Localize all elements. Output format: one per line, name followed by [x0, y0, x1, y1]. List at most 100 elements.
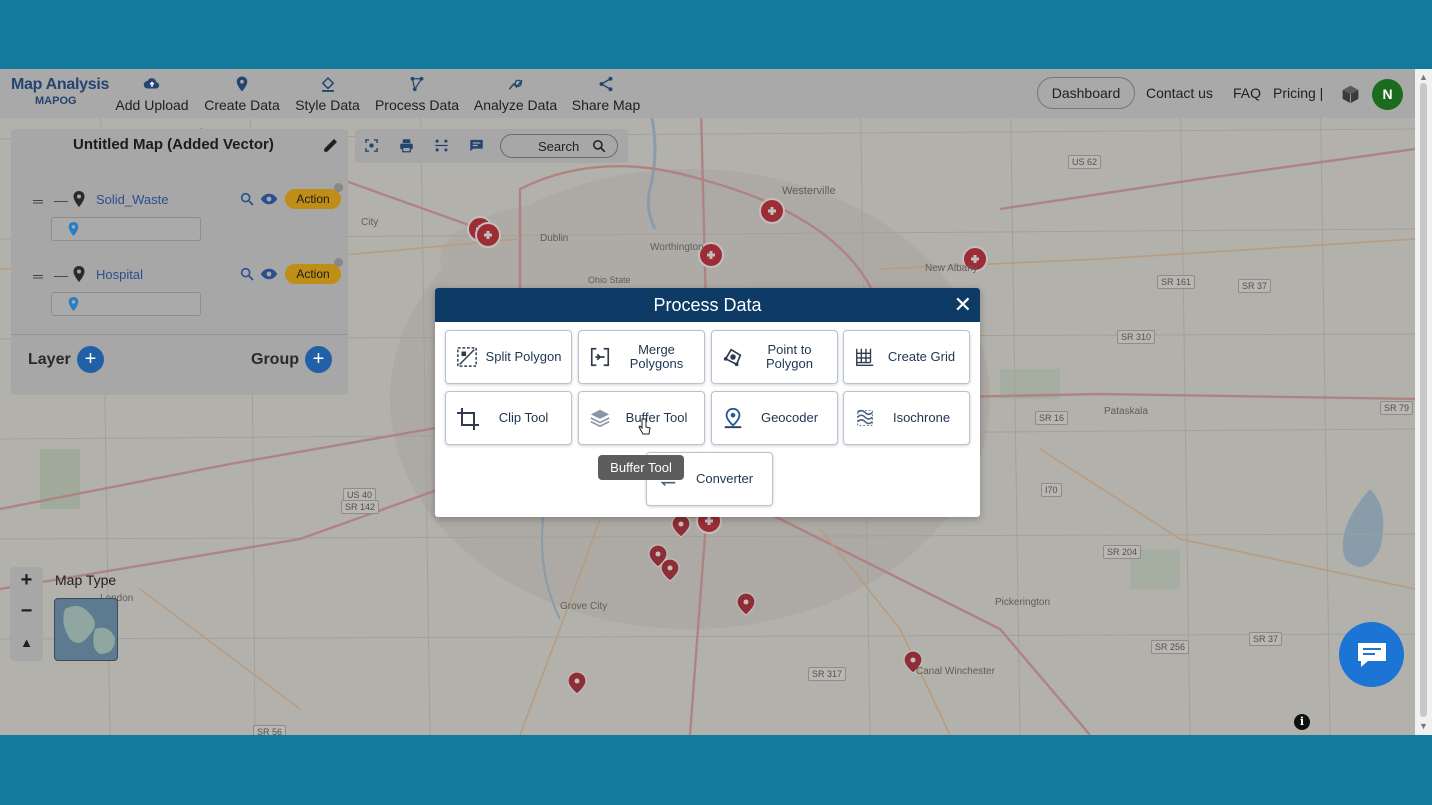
collapse-icon[interactable]: — [54, 267, 68, 283]
layer-footer-label: Layer [28, 351, 71, 368]
visibility-eye-icon[interactable] [260, 192, 278, 211]
nav-label: Add Upload [115, 97, 189, 113]
tool-label: Geocoder [760, 410, 819, 425]
nav-style-data[interactable]: Style Data [294, 75, 361, 113]
pencil-edit-icon[interactable] [322, 136, 340, 159]
print-icon[interactable] [399, 138, 414, 158]
nav-add-upload[interactable]: Add Upload [114, 75, 190, 113]
contact-link[interactable]: Contact us [1146, 85, 1213, 101]
drag-handle-icon[interactable]: ═ [33, 268, 43, 284]
clip-tool-button[interactable]: Clip Tool [445, 391, 572, 445]
scroll-thumb[interactable] [1420, 83, 1427, 717]
create-grid-button[interactable]: Create Grid [843, 330, 970, 384]
brand-title: Map Analysis [11, 76, 110, 93]
measure-icon[interactable] [434, 138, 449, 158]
split-polygon-button[interactable]: Split Polygon [445, 330, 572, 384]
paint-bucket-icon [294, 75, 361, 97]
nav-label: Create Data [204, 97, 280, 113]
zoom-out-button[interactable]: − [10, 600, 43, 623]
nav-label: Share Map [571, 97, 641, 113]
layer-row-hospital: ═ — Hospital Action [11, 258, 348, 334]
user-avatar[interactable]: N [1372, 79, 1403, 110]
dashboard-button[interactable]: Dashboard [1037, 77, 1135, 109]
layer-status-dot [334, 183, 343, 192]
point-to-polygon-icon [722, 346, 744, 368]
zoom-extent-icon[interactable] [364, 138, 379, 158]
nav-create-data[interactable]: Create Data [203, 75, 281, 113]
tool-label: Create Grid [887, 349, 956, 364]
zoom-to-layer-icon[interactable] [239, 266, 255, 287]
merge-polygons-button[interactable]: Merge Polygons [578, 330, 705, 384]
comment-icon[interactable] [469, 138, 484, 158]
mouse-cursor-icon [638, 418, 651, 441]
chat-icon [1358, 643, 1386, 667]
isochrone-button[interactable]: Isochrone [843, 391, 970, 445]
tool-label: Point to Polygon [766, 342, 813, 371]
layer-row-solid-waste: ═ — Solid_Waste Action [11, 183, 348, 259]
add-group-button[interactable]: + [305, 346, 332, 373]
layer-name[interactable]: Hospital [96, 267, 143, 282]
layer-status-dot [334, 258, 343, 267]
collapse-icon[interactable]: — [54, 192, 68, 208]
modal-title: Process Data [653, 295, 762, 315]
layer-action-button[interactable]: Action [285, 189, 341, 209]
map-toolbar: Search [355, 129, 628, 163]
nav-label: Analyze Data [473, 97, 558, 113]
panel-divider [11, 334, 348, 335]
scrollbar[interactable]: ▲ ▼ [1415, 69, 1432, 735]
crop-icon [456, 407, 479, 430]
layer-panel: Untitled Map (Added Vector) ═ — Solid_Wa… [11, 129, 348, 395]
buffer-tool-tooltip: Buffer Tool [598, 455, 684, 480]
search-icon [592, 139, 606, 156]
nav-process-data[interactable]: Process Data [374, 75, 460, 113]
nav-label: Style Data [295, 97, 360, 113]
process-data-modal: Process Data ✕ Split Polygon Merge Polyg… [435, 288, 980, 517]
nav-label: Process Data [374, 97, 460, 113]
cube-icon[interactable] [1340, 84, 1361, 110]
brand-logo[interactable]: Map Analysis MAPOG [11, 76, 109, 107]
merge-polygons-icon [589, 346, 611, 368]
layer-action-button[interactable]: Action [285, 264, 341, 284]
process-icon [374, 75, 460, 97]
brand-subtitle: MAPOG [35, 95, 77, 107]
nav-analyze-data[interactable]: Analyze Data [473, 75, 558, 113]
scroll-down-arrow[interactable]: ▼ [1419, 721, 1428, 731]
geocoder-pin-icon [722, 407, 744, 429]
point-to-polygon-button[interactable]: Point to Polygon [711, 330, 838, 384]
analyze-icon [473, 75, 558, 97]
layers-icon [589, 407, 611, 429]
map-pin-icon [73, 266, 85, 287]
cloud-upload-icon [114, 75, 190, 97]
app-window: Westerville Worthington Dublin Ohio Stat… [0, 69, 1432, 735]
pricing-link[interactable]: Pricing | [1273, 85, 1323, 101]
add-layer-button[interactable]: + [77, 346, 104, 373]
search-label: Search [538, 139, 580, 154]
drag-handle-icon[interactable]: ═ [33, 193, 43, 209]
map-search-box[interactable]: Search [500, 134, 618, 158]
close-icon[interactable]: ✕ [954, 292, 972, 318]
info-icon[interactable]: i [1294, 714, 1310, 730]
visibility-eye-icon[interactable] [260, 267, 278, 286]
share-icon [570, 75, 642, 97]
tool-label: Clip Tool [498, 410, 549, 425]
tool-label: Converter [695, 471, 754, 486]
modal-header: Process Data ✕ [435, 288, 980, 322]
layer-name[interactable]: Solid_Waste [96, 192, 169, 207]
reset-north-button[interactable]: ▲ [10, 635, 43, 650]
split-polygon-icon [456, 346, 478, 368]
faq-link[interactable]: FAQ [1233, 85, 1261, 101]
tool-label: Buffer Tool [625, 410, 688, 425]
zoom-to-layer-icon[interactable] [239, 191, 255, 212]
chat-widget-button[interactable] [1339, 622, 1404, 687]
nav-share-map[interactable]: Share Map [570, 75, 642, 113]
layer-legend-swatch[interactable] [51, 217, 201, 241]
tool-label: Split Polygon [485, 349, 562, 364]
geocoder-button[interactable]: Geocoder [711, 391, 838, 445]
scroll-up-arrow[interactable]: ▲ [1419, 72, 1428, 82]
group-footer-label: Group [251, 351, 299, 368]
layer-legend-swatch[interactable] [51, 292, 201, 316]
map-type-label: Map Type [55, 572, 117, 588]
zoom-in-button[interactable]: + [10, 569, 43, 592]
map-type-thumbnail[interactable] [54, 598, 118, 661]
tool-label: Isochrone [892, 410, 951, 425]
